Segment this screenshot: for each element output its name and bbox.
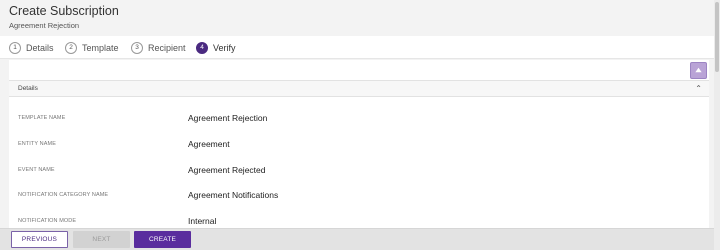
detail-key: EVENT NAME: [18, 167, 55, 173]
panel-toolbar: [9, 60, 709, 80]
detail-row: ENTITY NAME Agreement: [9, 136, 709, 156]
step-template[interactable]: 2 Template: [65, 41, 119, 54]
detail-key: ENTITY NAME: [18, 141, 56, 147]
step-label: Template: [82, 42, 119, 53]
chevron-up-icon[interactable]: ⌃: [695, 84, 702, 94]
detail-value: Agreement: [188, 139, 230, 149]
step-number: 4: [196, 41, 208, 54]
page-title: Create Subscription: [9, 4, 119, 18]
next-button[interactable]: NEXT: [73, 231, 130, 248]
scrollbar-thumb[interactable]: [715, 2, 719, 72]
detail-value: Internal: [188, 216, 217, 226]
step-details[interactable]: 1 Details: [9, 41, 54, 54]
step-label: Recipient: [148, 42, 186, 53]
detail-value: Agreement Rejection: [188, 113, 268, 123]
details-section-header[interactable]: Details ⌃: [9, 80, 709, 97]
step-label: Details: [26, 42, 54, 53]
arrow-up-icon: [695, 67, 702, 73]
detail-row: NOTIFICATION CATEGORY NAME Agreement Not…: [9, 187, 709, 207]
detail-key: NOTIFICATION MODE: [18, 218, 77, 224]
step-verify[interactable]: 4 Verify: [196, 41, 236, 54]
page-scrollbar[interactable]: [714, 0, 720, 250]
detail-row: EVENT NAME Agreement Rejected: [9, 162, 709, 182]
create-button[interactable]: CREATE: [134, 231, 191, 248]
detail-key: TEMPLATE NAME: [18, 115, 66, 121]
detail-key: NOTIFICATION CATEGORY NAME: [18, 192, 109, 198]
step-number: 2: [65, 41, 77, 54]
page-subtitle: Agreement Rejection: [9, 21, 80, 30]
step-recipient[interactable]: 3 Recipient: [131, 41, 186, 54]
step-number: 1: [9, 41, 21, 54]
step-label: Verify: [213, 42, 236, 53]
detail-value: Agreement Notifications: [188, 190, 279, 200]
detail-value: Agreement Rejected: [188, 165, 266, 175]
action-footer: PREVIOUS NEXT CREATE: [0, 228, 714, 250]
page-header: Create Subscription Agreement Rejection: [0, 0, 714, 34]
details-panel: Details ⌃ TEMPLATE NAME Agreement Reject…: [9, 60, 709, 230]
step-number: 3: [131, 41, 143, 54]
previous-button[interactable]: PREVIOUS: [11, 231, 68, 248]
detail-row: TEMPLATE NAME Agreement Rejection: [9, 110, 709, 130]
collapse-all-button[interactable]: [690, 62, 707, 79]
stepper: 1 Details 2 Template 3 Recipient 4 Verif…: [0, 36, 714, 59]
section-title: Details: [18, 85, 38, 92]
